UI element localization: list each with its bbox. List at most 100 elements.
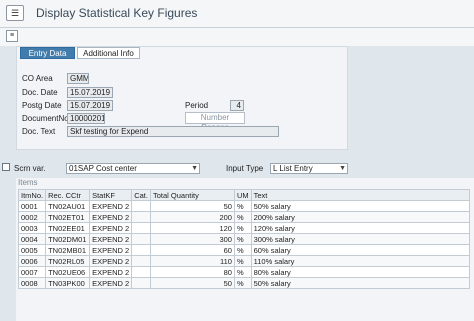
total-quantity-cell[interactable]: 80 [149, 266, 235, 278]
items-table: ItmNo. Rec. CCtr StatKF Cat. Total Quant… [17, 189, 471, 289]
chevron-down-icon: ▼ [191, 165, 198, 172]
rec-cctr-cell[interactable]: TN02DM01 [45, 233, 91, 245]
table-header-row: ItmNo. Rec. CCtr StatKF Cat. Total Quant… [17, 189, 471, 201]
text-cell[interactable]: 50% salary [250, 200, 471, 212]
title-bar: ☰ Display Statistical Key Figures [0, 0, 474, 28]
itmno-cell[interactable]: 0007 [17, 266, 47, 278]
input-type-value: L List Entry [273, 164, 313, 173]
column-header-text[interactable]: Text [250, 189, 471, 201]
itmno-cell[interactable]: 0008 [17, 277, 47, 289]
statkf-cell[interactable]: EXPEND 2 [89, 222, 133, 234]
scrn-var-label: Scrn var. [14, 164, 46, 173]
doc-date-field: 15.07.2019 [67, 87, 113, 98]
table-row[interactable]: 0001 TN02AU01 EXPEND 2 50% 50% salary [17, 200, 471, 212]
column-header-rec-cctr[interactable]: Rec. CCtr [45, 189, 91, 201]
rec-cctr-cell[interactable]: TN02RL05 [45, 255, 91, 267]
um-cell[interactable]: % [233, 233, 252, 245]
um-cell[interactable]: % [233, 277, 252, 289]
statkf-cell[interactable]: EXPEND 2 [89, 266, 133, 278]
rec-cctr-cell[interactable]: TN02UE06 [45, 266, 91, 278]
tab-entry-data[interactable]: Entry Data [20, 47, 75, 59]
cat-cell[interactable] [131, 211, 151, 223]
table-row[interactable]: 0005 TN02MB01 EXPEND 2 60% 60% salary [17, 244, 471, 256]
cat-cell[interactable] [131, 255, 151, 267]
text-cell[interactable]: 300% salary [250, 233, 471, 245]
itmno-cell[interactable]: 0002 [17, 211, 47, 223]
column-header-statkf[interactable]: StatKF [89, 189, 133, 201]
column-header-cat[interactable]: Cat. [131, 189, 151, 201]
input-type-label: Input Type [226, 164, 264, 173]
layout-icon[interactable] [2, 163, 10, 171]
itmno-cell[interactable]: 0006 [17, 255, 47, 267]
cat-cell[interactable] [131, 222, 151, 234]
text-cell[interactable]: 200% salary [250, 211, 471, 223]
text-cell[interactable]: 110% salary [250, 255, 471, 267]
statkf-cell[interactable]: EXPEND 2 [89, 211, 133, 223]
tab-additional-info[interactable]: Additional Info [77, 47, 140, 59]
text-cell[interactable]: 80% salary [250, 266, 471, 278]
co-area-label: CO Area [22, 74, 53, 83]
menu-button[interactable]: ☰ [6, 5, 24, 21]
statkf-cell[interactable]: EXPEND 2 [89, 244, 133, 256]
rec-cctr-cell[interactable]: TN02AU01 [45, 200, 91, 212]
statkf-cell[interactable]: EXPEND 2 [89, 277, 133, 289]
total-quantity-cell[interactable]: 60 [149, 244, 235, 256]
table-row[interactable]: 0006 TN02RL05 EXPEND 2 110% 110% salary [17, 255, 471, 267]
column-header-total-quantity[interactable]: Total Quantity [149, 189, 235, 201]
header-panel: Entry Data Additional Info CO Area GMM0 … [16, 46, 348, 150]
um-cell[interactable]: % [233, 244, 252, 256]
text-cell[interactable]: 120% salary [250, 222, 471, 234]
total-quantity-cell[interactable]: 50 [149, 200, 235, 212]
items-section: Items ItmNo. Rec. CCtr StatKF Cat. Total… [16, 178, 474, 321]
cat-cell[interactable] [131, 277, 151, 289]
itmno-cell[interactable]: 0004 [17, 233, 47, 245]
total-quantity-cell[interactable]: 300 [149, 233, 235, 245]
cat-cell[interactable] [131, 244, 151, 256]
doc-text-label: Doc. Text [22, 127, 56, 136]
postg-date-label: Postg Date [22, 101, 62, 110]
table-row[interactable]: 0004 TN02DM01 EXPEND 2 300% 300% salary [17, 233, 471, 245]
screen-variant-row: Scrn var. 01SAP Cost center ▼ Input Type… [0, 160, 474, 176]
co-area-field: GMM0 [67, 73, 89, 84]
total-quantity-cell[interactable]: 120 [149, 222, 235, 234]
cat-cell[interactable] [131, 233, 151, 245]
column-header-um[interactable]: UM [233, 189, 252, 201]
um-cell[interactable]: % [233, 266, 252, 278]
text-cell[interactable]: 60% salary [250, 244, 471, 256]
itmno-cell[interactable]: 0005 [17, 244, 47, 256]
um-cell[interactable]: % [233, 222, 252, 234]
doc-text-field: Skf testing for Expend [67, 126, 279, 137]
rec-cctr-cell[interactable]: TN02MB01 [45, 244, 91, 256]
input-type-select[interactable]: L List Entry ▼ [270, 163, 348, 174]
rec-cctr-cell[interactable]: TN03PK00 [45, 277, 91, 289]
cat-cell[interactable] [131, 200, 151, 212]
um-cell[interactable]: % [233, 255, 252, 267]
um-cell[interactable]: % [233, 200, 252, 212]
statkf-cell[interactable]: EXPEND 2 [89, 200, 133, 212]
um-cell[interactable]: % [233, 211, 252, 223]
chevron-down-icon: ▼ [339, 165, 346, 172]
statkf-cell[interactable]: EXPEND 2 [89, 233, 133, 245]
rec-cctr-cell[interactable]: TN02EE01 [45, 222, 91, 234]
number-ranges-button[interactable]: Number Ranges [185, 112, 245, 132]
rec-cctr-cell[interactable]: TN02ET01 [45, 211, 91, 223]
period-field: 4 [230, 100, 244, 111]
page-title: Display Statistical Key Figures [36, 6, 198, 20]
table-row[interactable]: 0008 TN03PK00 EXPEND 2 50% 50% salary [17, 277, 471, 289]
choose-icon[interactable]: ≡ [6, 30, 18, 42]
statkf-cell[interactable]: EXPEND 2 [89, 255, 133, 267]
total-quantity-cell[interactable]: 50 [149, 277, 235, 289]
table-row[interactable]: 0002 TN02ET01 EXPEND 2 200% 200% salary [17, 211, 471, 223]
doc-date-label: Doc. Date [22, 88, 58, 97]
table-row[interactable]: 0007 TN02UE06 EXPEND 2 80% 80% salary [17, 266, 471, 278]
cat-cell[interactable] [131, 266, 151, 278]
scrn-var-select[interactable]: 01SAP Cost center ▼ [66, 163, 200, 174]
table-row[interactable]: 0003 TN02EE01 EXPEND 2 120% 120% salary [17, 222, 471, 234]
itmno-cell[interactable]: 0003 [17, 222, 47, 234]
total-quantity-cell[interactable]: 110 [149, 255, 235, 267]
itmno-cell[interactable]: 0001 [17, 200, 47, 212]
column-header-itmno[interactable]: ItmNo. [17, 189, 47, 201]
items-title: Items [18, 178, 38, 187]
text-cell[interactable]: 50% salary [250, 277, 471, 289]
total-quantity-cell[interactable]: 200 [149, 211, 235, 223]
